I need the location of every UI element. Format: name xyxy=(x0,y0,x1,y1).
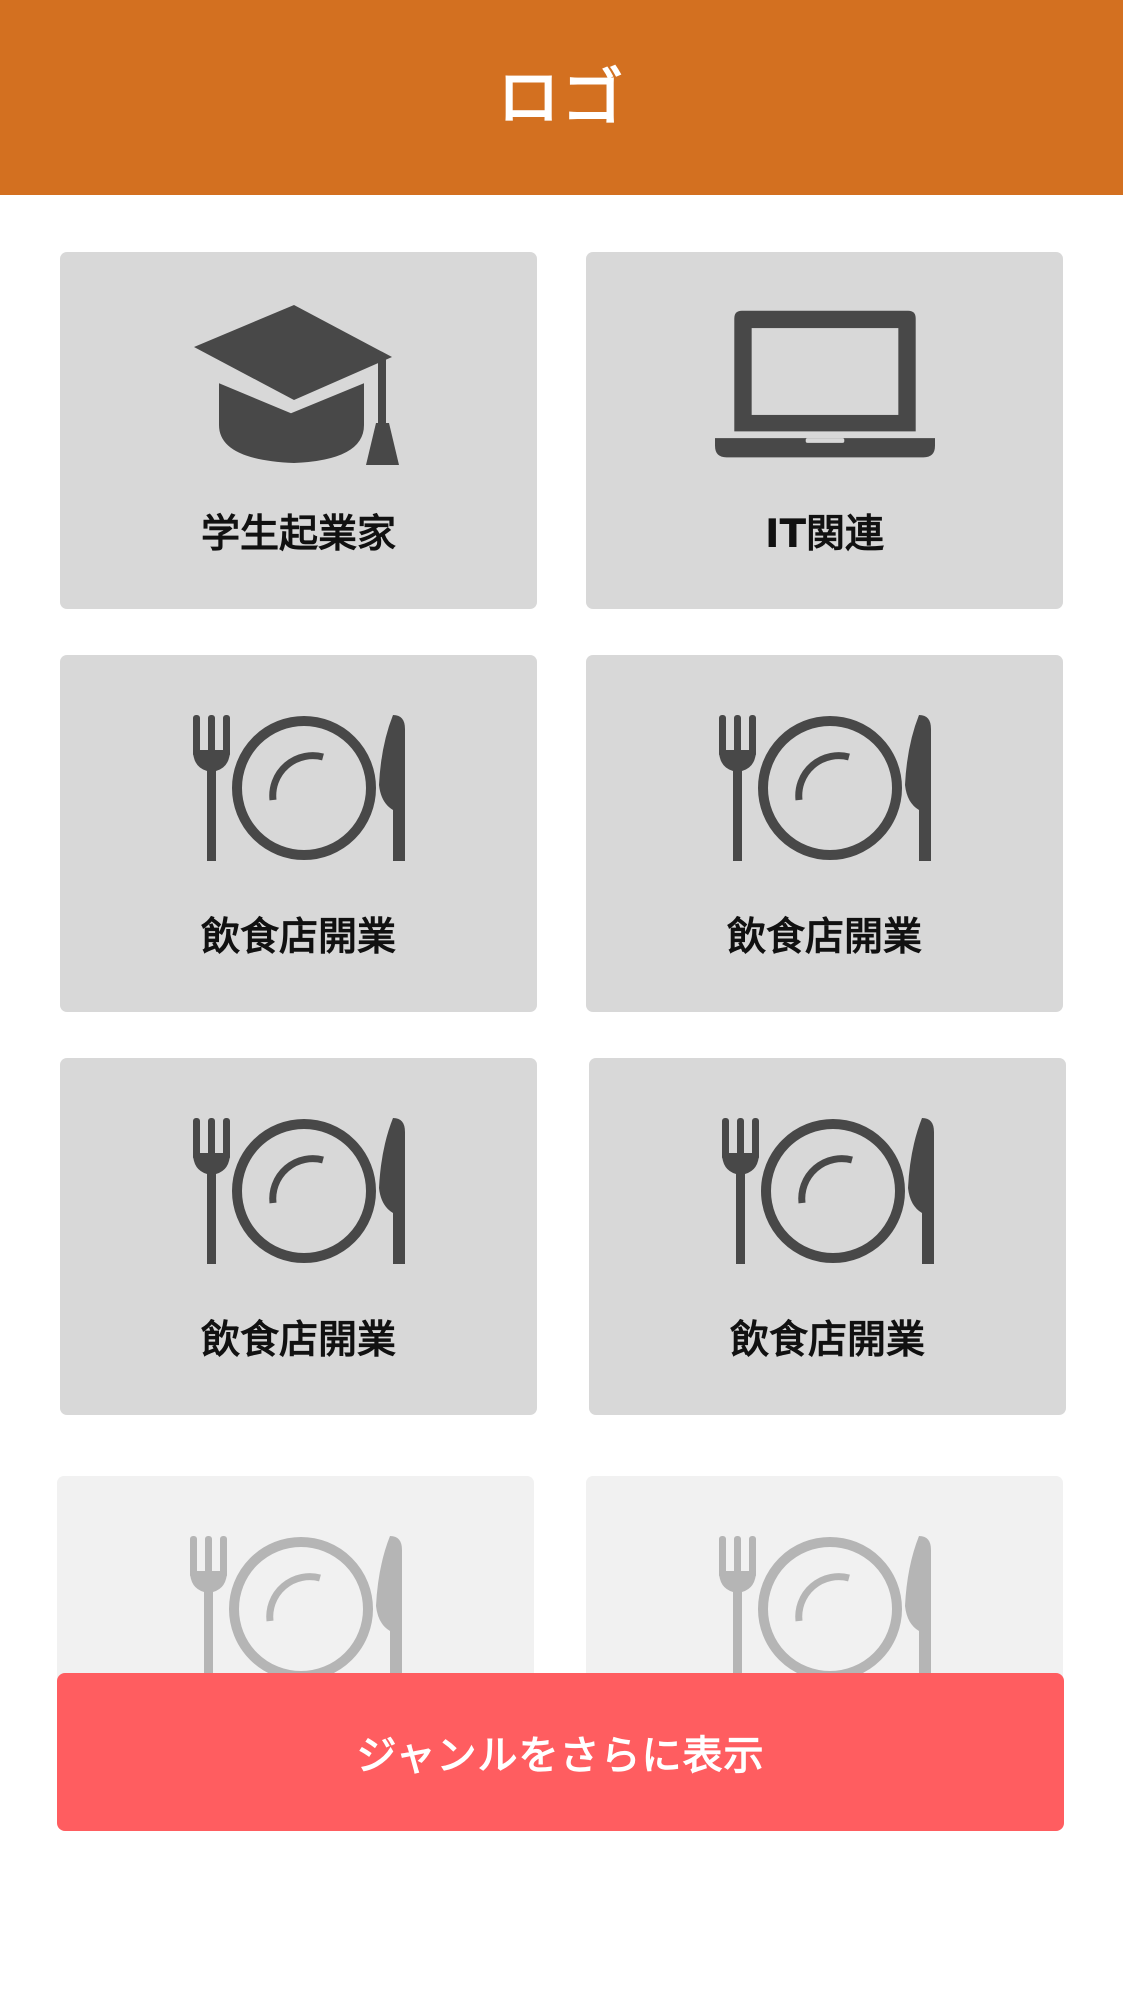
genre-card-restaurant[interactable]: 飲食店開業 xyxy=(586,655,1063,1012)
show-more-genres-button[interactable]: ジャンルをさらに表示 xyxy=(57,1673,1064,1831)
restaurant-icon xyxy=(715,1524,935,1694)
genre-card-label: 飲食店開業 xyxy=(200,1318,396,1363)
genre-card-label: 飲食店開業 xyxy=(726,915,922,960)
restaurant-icon xyxy=(715,703,935,873)
laptop-icon xyxy=(714,300,935,470)
genre-card-label: 飲食店開業 xyxy=(729,1318,925,1363)
genre-card-label: 飲食店開業 xyxy=(200,915,396,960)
genre-card-label: IT関連 xyxy=(764,512,885,557)
genre-card-restaurant[interactable]: 飲食店開業 xyxy=(589,1058,1066,1415)
genre-card-restaurant[interactable]: 飲食店開業 xyxy=(60,655,537,1012)
logo[interactable]: ロゴ xyxy=(497,66,625,129)
restaurant-icon xyxy=(189,703,409,873)
genre-card-student-entrepreneur[interactable]: 学生起業家 xyxy=(60,252,537,609)
restaurant-icon xyxy=(718,1106,938,1276)
app-header: ロゴ xyxy=(0,0,1123,195)
genre-card-label: 学生起業家 xyxy=(200,512,396,557)
genre-card-faded xyxy=(57,1476,534,1696)
restaurant-icon xyxy=(186,1524,406,1694)
restaurant-icon xyxy=(189,1106,409,1276)
genre-card-faded xyxy=(586,1476,1063,1696)
graduation-cap-icon xyxy=(189,300,409,470)
genre-card-it[interactable]: IT関連 xyxy=(586,252,1063,609)
genre-card-restaurant[interactable]: 飲食店開業 xyxy=(60,1058,537,1415)
